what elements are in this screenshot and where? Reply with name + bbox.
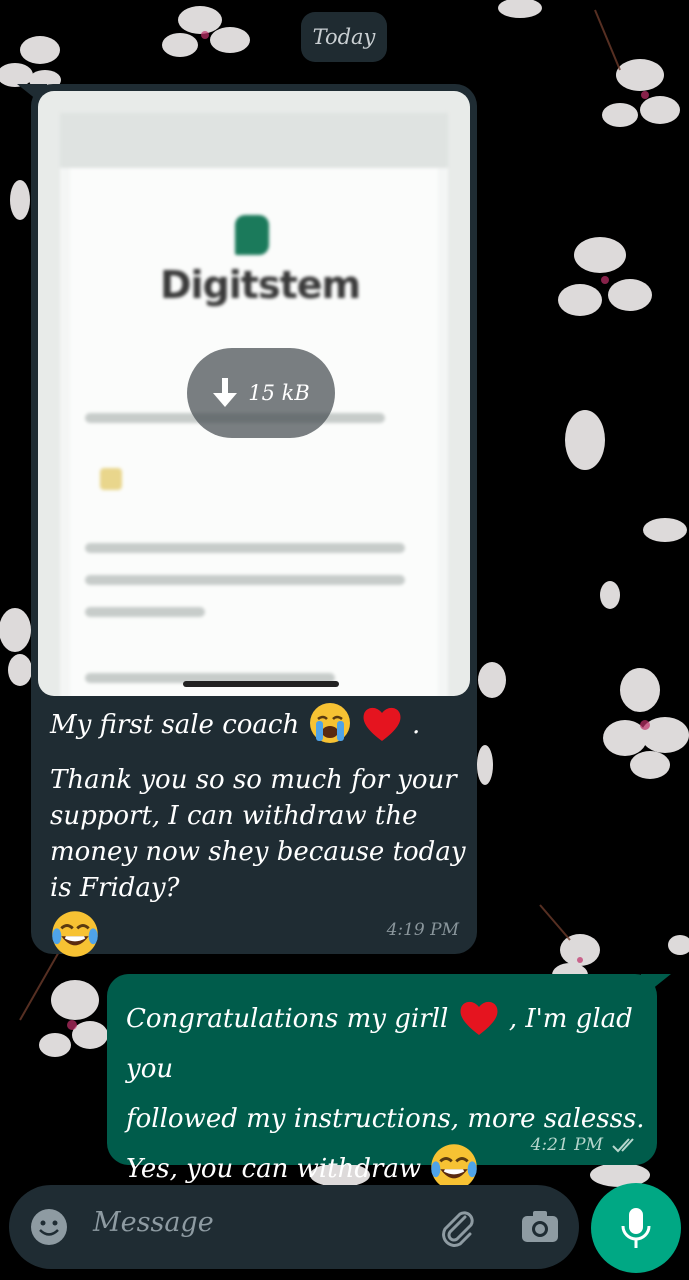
red-heart-emoji-icon bbox=[460, 1001, 498, 1035]
incoming-timestamp: 4:19 PM bbox=[386, 920, 459, 940]
outgoing-meta: 4:21 PM bbox=[531, 1135, 641, 1155]
download-arrow-icon bbox=[213, 378, 238, 407]
incoming-text-line1-suffix: . bbox=[412, 710, 421, 740]
outgoing-text-line3: Yes, you can withdraw bbox=[126, 1154, 422, 1184]
camera-icon[interactable] bbox=[519, 1207, 561, 1247]
message-input[interactable]: Message bbox=[93, 1207, 214, 1238]
incoming-text-line1: My first sale coach bbox=[50, 710, 300, 740]
outgoing-message-bubble[interactable]: Congratulations my girll , I'm glad you … bbox=[107, 974, 657, 1190]
date-separator-label: Today bbox=[312, 25, 376, 49]
message-composer[interactable]: Message bbox=[9, 1185, 579, 1269]
crying-face-emoji-icon bbox=[309, 703, 350, 743]
incoming-message-bubble[interactable]: Digitstem 15 kB My first sale coach . Th… bbox=[31, 84, 477, 957]
voice-record-button[interactable] bbox=[591, 1183, 681, 1273]
preview-scroll-handle bbox=[183, 681, 339, 687]
outgoing-timestamp: 4:21 PM bbox=[530, 1135, 603, 1155]
red-heart-emoji-icon bbox=[363, 707, 401, 741]
brand-logo-icon bbox=[235, 215, 269, 255]
brand-logo-text: Digitstem bbox=[160, 263, 361, 307]
outgoing-message-text: Congratulations my girll , I'm glad you … bbox=[126, 994, 646, 1195]
mic-icon bbox=[621, 1208, 651, 1248]
outgoing-text-line2: followed my instructions, more salesss. bbox=[126, 1104, 645, 1134]
attach-icon[interactable] bbox=[435, 1205, 477, 1247]
incoming-text-line2: Thank you so so much for your support, I… bbox=[50, 765, 466, 903]
date-separator: Today bbox=[301, 12, 387, 62]
outgoing-text-line1-start: Congratulations my girll bbox=[126, 1004, 449, 1034]
document-preview[interactable]: Digitstem 15 kB bbox=[38, 91, 470, 696]
download-button[interactable]: 15 kB bbox=[187, 348, 335, 438]
emoji-icon[interactable] bbox=[29, 1207, 69, 1247]
double-check-icon bbox=[612, 1138, 634, 1153]
tears-of-joy-emoji-icon bbox=[52, 911, 98, 957]
file-size-label: 15 kB bbox=[248, 381, 310, 405]
